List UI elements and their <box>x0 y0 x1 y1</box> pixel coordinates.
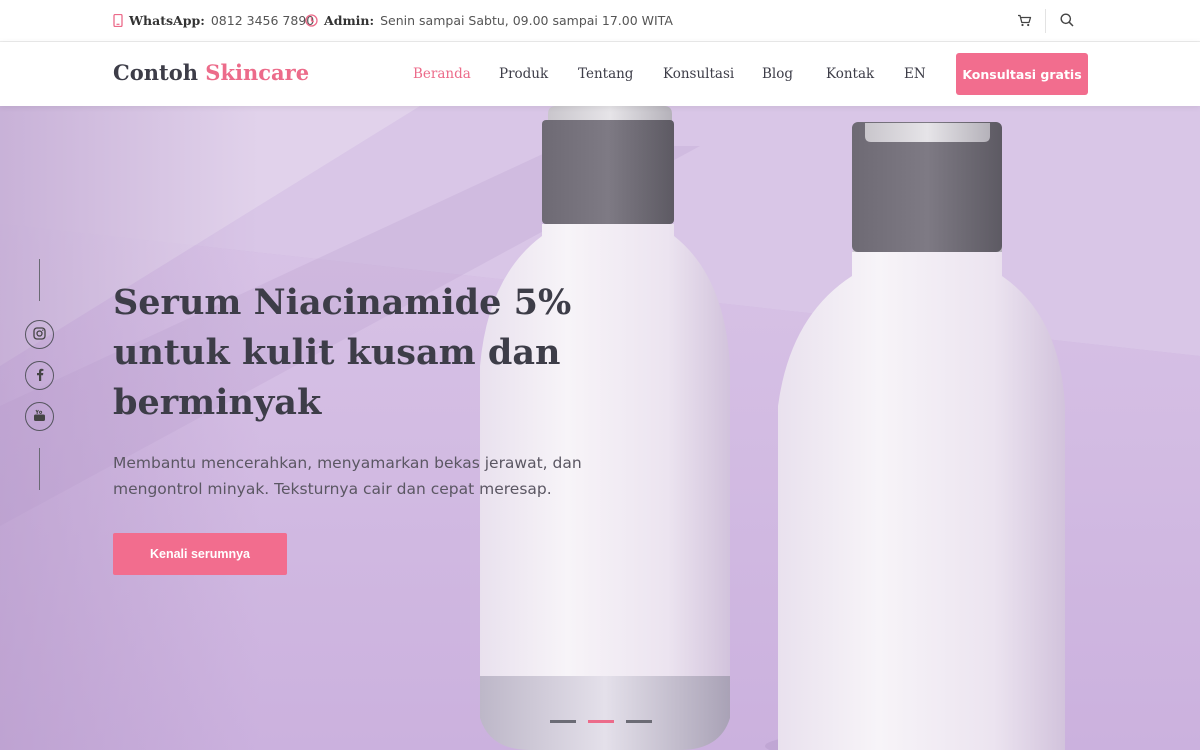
instagram-icon <box>33 325 46 344</box>
hero-background-image <box>0 106 1200 750</box>
site-logo[interactable]: Contoh Skincare <box>113 60 309 85</box>
whatsapp-info: WhatsApp: 0812 3456 7890 <box>113 13 314 28</box>
nav-item-beranda[interactable]: Beranda <box>413 66 471 82</box>
nav-item-blog[interactable]: Blog <box>762 66 793 82</box>
admin-hours: Senin sampai Sabtu, 09.00 sampai 17.00 W… <box>380 13 673 28</box>
slider-pagination <box>550 720 652 723</box>
nav-item-produk[interactable]: Produk <box>499 66 548 82</box>
hero-section: Serum Niacinamide 5% untuk kulit kusam d… <box>0 106 1200 750</box>
whatsapp-number[interactable]: 0812 3456 7890 <box>211 13 314 28</box>
cart-button[interactable] <box>1003 0 1045 42</box>
admin-label: Admin: <box>324 13 375 28</box>
main-header: Contoh Skincare Beranda Produk Tentang K… <box>0 42 1200 106</box>
nav-item-tentang[interactable]: Tentang <box>578 66 633 82</box>
instagram-link[interactable] <box>25 320 54 349</box>
free-consultation-button[interactable]: Konsultasi gratis <box>956 53 1088 95</box>
nav-item-konsultasi[interactable]: Konsultasi <box>663 66 734 82</box>
search-button[interactable] <box>1046 0 1088 42</box>
language-switch[interactable]: EN <box>904 66 926 82</box>
learn-serum-button[interactable]: Kenali serumnya <box>113 533 287 575</box>
slide-dot-2[interactable] <box>588 720 614 723</box>
search-icon <box>1060 12 1074 31</box>
facebook-link[interactable] <box>25 361 54 390</box>
nav-item-kontak[interactable]: Kontak <box>826 66 874 82</box>
facebook-icon <box>36 366 44 385</box>
phone-icon <box>113 14 123 27</box>
youtube-link[interactable] <box>25 402 54 431</box>
hero-title: Serum Niacinamide 5% untuk kulit kusam d… <box>113 282 572 423</box>
social-divider-bottom <box>39 448 40 490</box>
clock-icon <box>305 14 318 27</box>
logo-text-main: Contoh <box>113 60 198 85</box>
hero-description: Membantu mencerahkan, menyamarkan bekas … <box>113 454 582 498</box>
slide-dot-3[interactable] <box>626 720 652 723</box>
top-icons <box>1003 0 1088 42</box>
top-info-bar: WhatsApp: 0812 3456 7890 Admin: Senin sa… <box>0 0 1200 42</box>
social-divider-top <box>39 259 40 301</box>
admin-hours-info: Admin: Senin sampai Sabtu, 09.00 sampai … <box>305 13 673 28</box>
youtube-icon <box>33 407 46 426</box>
cart-icon <box>1017 12 1032 31</box>
logo-text-accent: Skincare <box>205 60 310 85</box>
slide-dot-1[interactable] <box>550 720 576 723</box>
whatsapp-label: WhatsApp: <box>129 13 205 28</box>
